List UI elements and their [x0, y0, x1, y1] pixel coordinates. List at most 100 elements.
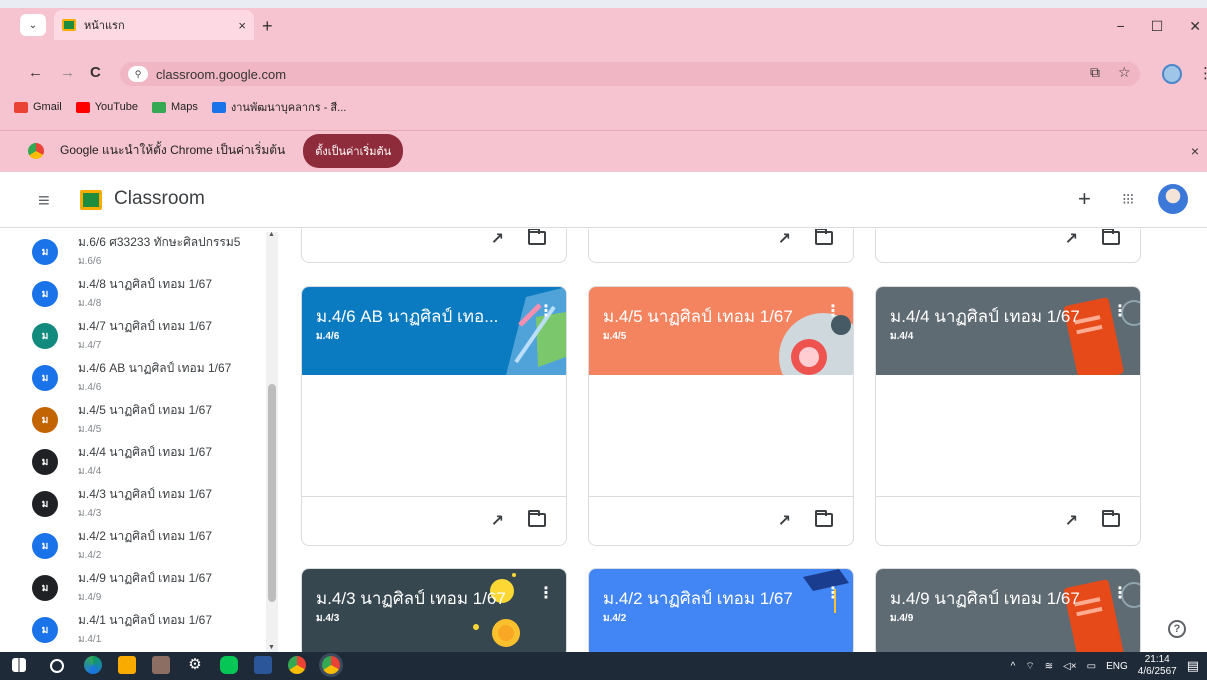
- address-bar[interactable]: ⚲ classroom.google.com: [120, 62, 1140, 86]
- sidebar-class-text: ม.4/6 AB นาฏศิลป์ เทอม 1/67 ม.4/6: [78, 359, 231, 395]
- sidebar-class-item[interactable]: ม ม.4/7 นาฏศิลป์ เทอม 1/67 ม.4/7: [32, 317, 212, 353]
- set-default-button[interactable]: ตั้งเป็นค่าเริ่มต้น: [303, 133, 404, 168]
- volume-icon[interactable]: ◁×: [1063, 661, 1077, 672]
- network-icon[interactable]: ⌔: [1025, 660, 1034, 673]
- close-window-button[interactable]: ✕: [1189, 18, 1201, 35]
- class-card[interactable]: ม.4/2 นาฏศิลป์ เทอม 1/67 ม.4/2 ⋮: [588, 568, 854, 652]
- word-icon[interactable]: [254, 656, 272, 674]
- account-avatar[interactable]: [1158, 184, 1188, 214]
- folder-icon[interactable]: [815, 510, 833, 527]
- card-menu-icon[interactable]: ⋮: [1112, 301, 1128, 321]
- class-card[interactable]: ม.4/3 นาฏศิลป์ เทอม 1/67 ม.4/3 ⋮: [301, 568, 567, 652]
- trend-icon[interactable]: ↗: [1065, 229, 1078, 249]
- chrome-active-icon[interactable]: [322, 656, 340, 674]
- chrome-menu-icon[interactable]: ⋮: [1198, 64, 1207, 82]
- sidebar-class-item[interactable]: ม ม.4/4 นาฏศิลป์ เทอม 1/67 ม.4/4: [32, 443, 212, 479]
- trend-icon[interactable]: ↗: [491, 229, 504, 249]
- sidebar-class-item[interactable]: ม ม.4/8 นาฏศิลป์ เทอม 1/67 ม.4/8: [32, 275, 212, 311]
- reload-button[interactable]: C: [90, 64, 101, 81]
- profile-avatar[interactable]: [1162, 64, 1182, 84]
- file-explorer-icon[interactable]: [118, 656, 136, 674]
- card-header[interactable]: ม.4/2 นาฏศิลป์ เทอม 1/67 ม.4/2 ⋮: [589, 569, 853, 652]
- google-apps-icon[interactable]: ⁝⁝⁝: [1122, 190, 1134, 208]
- folder-icon[interactable]: [1102, 229, 1120, 245]
- sidebar-class-item[interactable]: ม ม.4/5 นาฏศิลป์ เทอม 1/67 ม.4/5: [32, 401, 212, 437]
- line-app-icon[interactable]: [220, 656, 238, 674]
- card-title[interactable]: ม.4/9 นาฏศิลป์ เทอม 1/67: [890, 585, 1110, 612]
- bookmark-maps[interactable]: Maps: [151, 101, 198, 113]
- card-body: [589, 375, 853, 497]
- card-header[interactable]: ม.4/4 นาฏศิลป์ เทอม 1/67 ม.4/4 ⋮: [876, 287, 1140, 375]
- card-header[interactable]: ม.4/9 นาฏศิลป์ เทอม 1/67 ม.4/9 ⋮: [876, 569, 1140, 652]
- card-menu-icon[interactable]: ⋮: [1112, 583, 1128, 603]
- folder-icon[interactable]: [528, 510, 546, 527]
- minimize-button[interactable]: −: [1117, 18, 1125, 35]
- bookmark-youtube[interactable]: YouTube: [75, 101, 138, 113]
- infobar-close-icon[interactable]: ×: [1191, 143, 1199, 159]
- media-icon[interactable]: [152, 656, 170, 674]
- browser-tab[interactable]: หน้าแรก ×: [54, 10, 254, 40]
- card-title[interactable]: ม.4/4 นาฏศิลป์ เทอม 1/67: [890, 303, 1110, 330]
- bookmark-star-icon[interactable]: ☆: [1118, 64, 1131, 81]
- sidebar-scroll-thumb[interactable]: [268, 384, 276, 602]
- language-indicator[interactable]: ENG: [1106, 661, 1128, 672]
- scroll-down-icon[interactable]: ▼: [268, 644, 275, 651]
- search-icon[interactable]: [50, 659, 64, 673]
- windows-start-icon[interactable]: [12, 658, 26, 672]
- card-header[interactable]: ม.4/6 AB นาฏศิลป์ เทอ... ม.4/6 ⋮: [302, 287, 566, 375]
- class-card[interactable]: ม.4/4 นาฏศิลป์ เทอม 1/67 ม.4/4 ⋮ ↗: [875, 286, 1141, 546]
- app-title[interactable]: Classroom: [114, 188, 205, 210]
- edge-icon[interactable]: [84, 656, 102, 674]
- cast-icon[interactable]: ⧉: [1090, 64, 1100, 81]
- scroll-up-icon[interactable]: ▲: [268, 231, 275, 238]
- class-card[interactable]: ม.4/9 นาฏศิลป์ เทอม 1/67 ม.4/9 ⋮: [875, 568, 1141, 652]
- sidebar-class-section: ม.4/8: [78, 298, 102, 309]
- sidebar-class-item[interactable]: ม ม.4/1 นาฏศิลป์ เทอม 1/67 ม.4/1: [32, 611, 212, 647]
- sidebar-class-item[interactable]: ม ม.4/3 นาฏศิลป์ เทอม 1/67 ม.4/3: [32, 485, 212, 521]
- trend-icon[interactable]: ↗: [491, 511, 504, 531]
- classroom-logo-icon[interactable]: [80, 190, 102, 210]
- trend-icon[interactable]: ↗: [778, 229, 791, 249]
- sidebar-class-item[interactable]: ม ม.4/2 นาฏศิลป์ เทอม 1/67 ม.4/2: [32, 527, 212, 563]
- sidebar-class-item[interactable]: ม ม.4/9 นาฏศิลป์ เทอม 1/67 ม.4/9: [32, 569, 212, 605]
- wifi-icon[interactable]: ≋: [1045, 661, 1053, 672]
- tray-chevron-icon[interactable]: ^: [1011, 661, 1016, 672]
- trend-icon[interactable]: ↗: [778, 511, 791, 531]
- chrome-icon[interactable]: [288, 656, 306, 674]
- keyboard-icon[interactable]: ▭: [1087, 661, 1096, 672]
- card-title[interactable]: ม.4/6 AB นาฏศิลป์ เทอ...: [316, 303, 536, 330]
- card-menu-icon[interactable]: ⋮: [538, 583, 554, 603]
- forward-button[interactable]: →: [60, 64, 75, 81]
- back-button[interactable]: ←: [28, 64, 43, 81]
- card-header[interactable]: ม.4/3 นาฏศิลป์ เทอม 1/67 ม.4/3 ⋮: [302, 569, 566, 652]
- card-menu-icon[interactable]: ⋮: [825, 583, 841, 603]
- site-info-icon[interactable]: ⚲: [128, 66, 148, 82]
- card-title[interactable]: ม.4/3 นาฏศิลป์ เทอม 1/67: [316, 585, 536, 612]
- class-card[interactable]: ม.4/6 AB นาฏศิลป์ เทอ... ม.4/6 ⋮ ↗: [301, 286, 567, 546]
- main-menu-icon[interactable]: ≡: [38, 190, 50, 213]
- sidebar-class-item[interactable]: ม ม.4/6 AB นาฏศิลป์ เทอม 1/67 ม.4/6: [32, 359, 231, 395]
- maximize-button[interactable]: ☐: [1151, 18, 1164, 35]
- notification-icon[interactable]: ▤: [1187, 658, 1199, 674]
- card-footer-partial: ↗: [301, 229, 567, 263]
- folder-icon[interactable]: [815, 229, 833, 245]
- tab-close-icon[interactable]: ×: [238, 18, 246, 33]
- folder-icon[interactable]: [528, 229, 546, 245]
- card-title[interactable]: ม.4/5 นาฏศิลป์ เทอม 1/67: [603, 303, 823, 330]
- card-menu-icon[interactable]: ⋮: [825, 301, 841, 321]
- bookmark-gmail[interactable]: Gmail: [14, 101, 62, 113]
- tab-search-button[interactable]: ⌄: [20, 14, 46, 36]
- bookmark-hr[interactable]: งานพัฒนาบุคลากร - สี...: [211, 98, 346, 116]
- trend-icon[interactable]: ↗: [1065, 511, 1078, 531]
- new-tab-button[interactable]: +: [262, 16, 273, 37]
- card-header[interactable]: ม.4/5 นาฏศิลป์ เทอม 1/67 ม.4/5 ⋮: [589, 287, 853, 375]
- card-title[interactable]: ม.4/2 นาฏศิลป์ เทอม 1/67: [603, 585, 823, 612]
- help-icon[interactable]: ?: [1168, 620, 1186, 638]
- folder-icon[interactable]: [1102, 510, 1120, 527]
- sidebar-class-item[interactable]: ม ม.6/6 ศ33233 ทักษะศิลปกรรม5 ม.6/6: [32, 233, 240, 269]
- class-card[interactable]: ม.4/5 นาฏศิลป์ เทอม 1/67 ม.4/5 ⋮ ↗: [588, 286, 854, 546]
- settings-gear-icon[interactable]: ⚙: [186, 656, 204, 674]
- card-menu-icon[interactable]: ⋮: [538, 301, 554, 321]
- clock[interactable]: 21:14 4/6/2567: [1138, 654, 1177, 678]
- create-join-class-button[interactable]: +: [1078, 186, 1091, 212]
